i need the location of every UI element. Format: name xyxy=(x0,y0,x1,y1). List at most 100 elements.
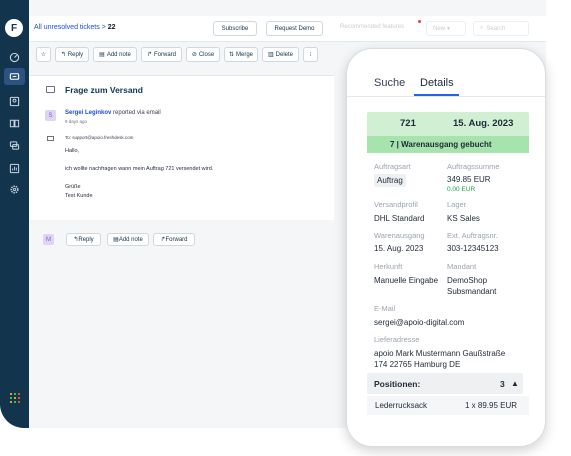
sender-action: reported via email xyxy=(113,110,161,116)
request-demo-button[interactable]: Request Demo xyxy=(266,21,323,36)
position-item: Lederrucksack 1 x 89.95 EUR xyxy=(367,396,529,415)
conversation-pane: Frage zum Versand S Sergei Leginkov repo… xyxy=(29,75,334,220)
reply-bar: M ↰ Reply ▤ Add note ↱ Forward xyxy=(29,228,334,252)
search-input[interactable]: ⌕ Search xyxy=(473,21,529,36)
close-label: Close xyxy=(198,51,215,58)
positionen-header[interactable]: Positionen: 3 ▲ xyxy=(367,373,523,394)
reply-bar-reply-button[interactable]: ↰ Reply xyxy=(66,233,101,246)
forums-icon[interactable] xyxy=(8,139,21,152)
delete-label: Delete xyxy=(275,51,293,58)
ticket-action-toolbar: ☆ ↰ Reply ▤ Add note ↱ Forward ⊘ Close ⇅ Merg… xyxy=(29,42,334,72)
herkunft-value: Manuelle Eingabe xyxy=(374,276,439,285)
herkunft-label: Herkunft xyxy=(374,262,403,271)
breadcrumb: All unresolved tickets > 22 xyxy=(34,24,116,31)
auftragssumme-label: Auftragssumme xyxy=(447,162,500,171)
dashboard-icon[interactable] xyxy=(8,51,21,64)
screenshot-root: F All unresolved tickets > 22 Subscribe … xyxy=(0,0,571,456)
item-qty: 1 x 89.95 EUR xyxy=(465,401,518,410)
tab-divider xyxy=(347,96,545,97)
note-icon: ▤ xyxy=(99,52,105,58)
breadcrumb-link[interactable]: All unresolved tickets xyxy=(34,24,100,31)
item-name: Lederrucksack xyxy=(375,401,428,410)
more-button[interactable]: ⁝ xyxy=(303,47,318,62)
breadcrumb-separator: > xyxy=(101,24,106,31)
reply-bar-reply-label: Reply xyxy=(78,236,94,243)
order-id: 721 xyxy=(400,118,416,129)
tab-suche[interactable]: Suche xyxy=(374,77,405,89)
search-icon: ⌕ xyxy=(480,25,484,31)
order-details-panel: Suche Details 721 15. Aug. 2023 7 | Ware… xyxy=(346,48,546,447)
to-line: To: support@apoio.freshdesk.com xyxy=(65,135,134,140)
ticket-number: 22 xyxy=(107,24,116,31)
recommended-features-link[interactable]: Recommended features xyxy=(340,24,404,30)
order-header: 721 15. Aug. 2023 xyxy=(367,112,529,136)
reply-bar-add-note-label: Add note xyxy=(118,236,143,243)
lieferadresse-line2: 174 22765 Hamburg DE xyxy=(374,360,461,369)
reply-button[interactable]: ↰ Reply xyxy=(55,47,89,62)
auftragssumme-value: 349.85 EUR xyxy=(447,175,491,184)
versandprofil-label: Versandprofil xyxy=(374,200,418,209)
mandant-value-2: Subsmandant xyxy=(447,287,497,296)
new-dropdown[interactable]: New ▾ xyxy=(426,21,466,36)
sender-avatar: S xyxy=(45,110,56,121)
agent-avatar: M xyxy=(43,234,54,245)
message-greeting: Hallo, xyxy=(65,148,80,154)
settings-icon[interactable] xyxy=(8,183,21,196)
ext-auftragsnr-label: Ext. Auftragsnr. xyxy=(447,231,498,240)
versandprofil-value: DHL Standard xyxy=(374,214,425,223)
search-placeholder: Search xyxy=(486,25,506,32)
reply-label: Reply xyxy=(67,51,84,58)
warenausgang-value: 15. Aug. 2023 xyxy=(374,244,424,253)
mandant-label: Mandant xyxy=(447,262,477,271)
auftragsart-label: Auftragsart xyxy=(374,162,411,171)
merge-label: Merge xyxy=(236,51,254,58)
lager-value: KS Sales xyxy=(447,214,480,223)
add-note-label: Add note xyxy=(106,51,131,58)
order-status: 7 | Warenausgang gebucht xyxy=(390,140,492,149)
lieferadresse-line1: apoio Mark Mustermann Gaußstraße xyxy=(374,349,506,358)
auftragssumme-sub: 0.00 EUR xyxy=(447,186,476,193)
forward-button[interactable]: ↱ Forward xyxy=(141,47,182,62)
email-label: E-Mail xyxy=(374,304,396,313)
order-status-bar: 7 | Warenausgang gebucht xyxy=(367,136,529,153)
trash-icon: ▥ xyxy=(267,52,274,58)
mail-icon xyxy=(47,136,54,141)
merge-icon: ⇅ xyxy=(228,52,234,58)
forward-icon: ↱ xyxy=(146,52,152,58)
positionen-label: Positionen: xyxy=(374,379,421,389)
reply-bar-forward-button[interactable]: ↱ Forward xyxy=(153,233,195,246)
chevron-up-icon: ▲ xyxy=(511,379,519,388)
solutions-icon[interactable] xyxy=(8,117,21,130)
notification-dot xyxy=(418,20,421,23)
lieferadresse-label: Lieferadresse xyxy=(374,335,420,344)
message-body: ich wollte nachfragen wann mein Auftrag … xyxy=(65,166,214,172)
message-time: 9 days ago xyxy=(65,119,88,124)
star-button[interactable]: ☆ xyxy=(36,47,51,62)
forward-label: Forward xyxy=(154,51,177,58)
reports-icon[interactable] xyxy=(8,162,21,175)
subscribe-button[interactable]: Subscribe xyxy=(213,21,257,36)
left-nav-rail: F xyxy=(0,0,29,428)
top-bar: All unresolved tickets > 22 Subscribe Re… xyxy=(29,16,546,42)
warenausgang-label: Warenausgang xyxy=(374,231,425,240)
close-button[interactable]: ⊘ Close xyxy=(186,47,220,62)
tickets-icon[interactable] xyxy=(4,68,25,85)
apps-grid-icon[interactable] xyxy=(10,393,20,403)
app-logo-icon[interactable]: F xyxy=(5,19,23,37)
positionen-count: 3 xyxy=(500,379,505,389)
close-icon: ⊘ xyxy=(191,52,197,58)
add-note-button[interactable]: ▤ Add note xyxy=(93,47,137,62)
message-signature: Test Kunde xyxy=(65,193,93,199)
star-icon: ☆ xyxy=(40,52,47,58)
ext-auftragsnr-value: 303-12345123 xyxy=(447,244,499,253)
ticket-subject: Frage zum Versand xyxy=(65,85,143,95)
reply-bar-add-note-button[interactable]: ▤ Add note xyxy=(107,233,149,246)
merge-button[interactable]: ⇅ Merge xyxy=(224,47,258,62)
delete-button[interactable]: ▥ Delete xyxy=(262,47,299,62)
contacts-icon[interactable] xyxy=(8,95,21,108)
sender-name[interactable]: Sergei Leginkov xyxy=(65,110,111,116)
tab-details[interactable]: Details xyxy=(420,77,454,89)
order-date: 15. Aug. 2023 xyxy=(453,118,514,129)
reply-icon: ↰ xyxy=(60,52,66,58)
reply-bar-forward-label: Forward xyxy=(165,236,188,243)
